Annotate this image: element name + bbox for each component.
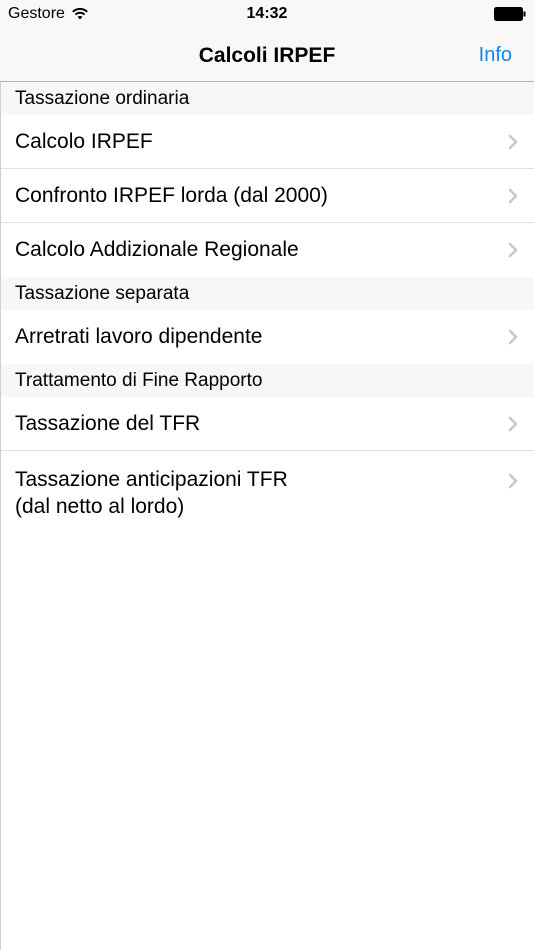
menu-table: Tassazione ordinaria Calcolo IRPEF Confr… <box>0 82 534 531</box>
page-title: Calcoli IRPEF <box>198 44 336 67</box>
chevron-right-icon <box>508 416 518 432</box>
row-label: Calcolo IRPEF <box>15 130 153 153</box>
navigation-bar: Calcoli IRPEF Info <box>0 30 534 82</box>
row-label: Arretrati lavoro dipendente <box>15 325 263 348</box>
row-tassazione-tfr[interactable]: Tassazione del TFR <box>0 397 534 451</box>
chevron-right-icon <box>508 329 518 345</box>
left-edge-divider <box>0 82 1 950</box>
chevron-right-icon <box>508 473 518 489</box>
row-label: Calcolo Addizionale Regionale <box>15 238 299 261</box>
screen: Gestore 14:32 Calcoli IRPEF Info Tassazi… <box>0 0 534 950</box>
status-bar: Gestore 14:32 <box>0 0 534 30</box>
row-arretrati-lavoro-dipendente[interactable]: Arretrati lavoro dipendente <box>0 310 534 364</box>
row-label: Confronto IRPEF lorda (dal 2000) <box>15 184 328 207</box>
row-tassazione-anticipazioni-tfr[interactable]: Tassazione anticipazioni TFR (dal netto … <box>0 451 534 531</box>
section-header-tassazione-ordinaria: Tassazione ordinaria <box>0 82 534 115</box>
battery-icon <box>494 7 526 21</box>
chevron-right-icon <box>508 188 518 204</box>
row-calcolo-addizionale-regionale[interactable]: Calcolo Addizionale Regionale <box>0 223 534 277</box>
chevron-right-icon <box>508 242 518 258</box>
row-label: Tassazione anticipazioni TFR <box>15 468 288 491</box>
status-time: 14:32 <box>246 5 288 22</box>
row-sublabel: (dal netto al lordo) <box>15 495 185 518</box>
info-button[interactable]: Info <box>479 42 512 68</box>
row-confronto-irpef-lorda[interactable]: Confronto IRPEF lorda (dal 2000) <box>0 169 534 223</box>
row-calcolo-irpef[interactable]: Calcolo IRPEF <box>0 115 534 169</box>
row-label: Tassazione del TFR <box>15 412 201 435</box>
section-header-trattamento-fine-rapporto: Trattamento di Fine Rapporto <box>0 364 534 397</box>
section-header-tassazione-separata: Tassazione separata <box>0 277 534 310</box>
chevron-right-icon <box>508 134 518 150</box>
